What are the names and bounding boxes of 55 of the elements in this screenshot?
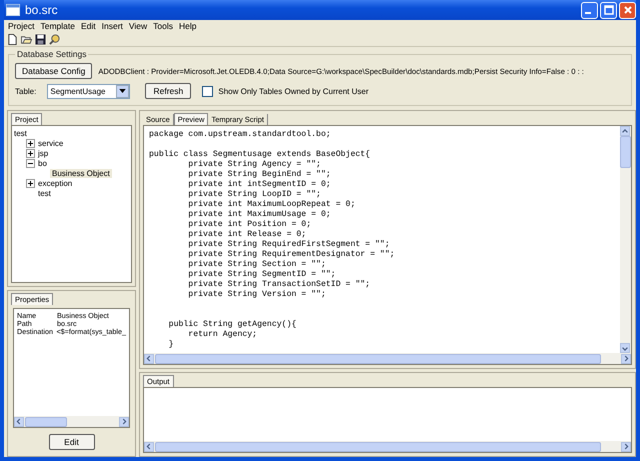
new-file-icon[interactable]: [7, 34, 18, 44]
menu-item[interactable]: Help: [176, 21, 200, 31]
table-label: Table:: [15, 86, 36, 96]
scroll-left-icon[interactable]: [144, 442, 154, 452]
tree-item[interactable]: service: [38, 138, 64, 148]
code-text: package com.upstream.standardtool.bo; public class Segmentusage extends BaseObject{ private String Agency = ""; private String BeginEnd = ""; private int intSegmentID = 0; private String LoopID = ""; private int MaximumLoopRepeat = 0; private int MaximumUsage = 0; private int Position = 0; private int Release = 0; private String RequiredFirstSegment = ""; private String RequirementDesignator = ""; private String Section = ""; private String SegmentID = ""; private String TransactionSetID = ""; private String Version = ""; public String getAgency(){ return Agency; }: [148, 129, 396, 351]
window-title: bo.src: [25, 3, 59, 17]
expand-icon[interactable]: [26, 178, 35, 188]
scroll-thumb[interactable]: [155, 354, 601, 364]
tree-item[interactable]: test: [38, 188, 51, 198]
expand-icon[interactable]: [26, 148, 35, 158]
tree-item[interactable]: exception: [38, 178, 72, 188]
checkbox[interactable]: [202, 86, 214, 96]
table-dropdown[interactable]: SegmentUsage: [47, 84, 130, 98]
scroll-left-icon[interactable]: [144, 354, 154, 364]
window-icon: [6, 4, 20, 16]
save-icon[interactable]: [35, 34, 46, 44]
tree-item[interactable]: test: [14, 128, 27, 138]
menu-item[interactable]: Template: [37, 21, 78, 31]
scroll-right-icon[interactable]: [621, 354, 631, 364]
vertical-scrollbar[interactable]: [620, 126, 631, 353]
horizontal-scrollbar[interactable]: [144, 441, 631, 452]
close-icon: [622, 5, 632, 15]
expand-icon[interactable]: [26, 138, 35, 148]
group-title: Database Settings: [16, 49, 88, 59]
minimize-icon: [585, 12, 591, 14]
scroll-down-icon[interactable]: [620, 343, 630, 353]
menu-item[interactable]: Project: [5, 21, 38, 31]
close-button[interactable]: [619, 2, 636, 18]
scroll-right-icon[interactable]: [119, 416, 129, 426]
tree-item[interactable]: jsp: [38, 148, 48, 158]
maximize-icon: [604, 5, 614, 15]
checkbox-label: Show Only Tables Owned by Current User: [218, 86, 368, 96]
refresh-button[interactable]: Refresh: [145, 83, 192, 99]
maximize-button[interactable]: [600, 2, 617, 18]
menu-item[interactable]: Insert: [98, 21, 126, 31]
database-config-button[interactable]: Database Config: [15, 63, 92, 79]
scroll-thumb[interactable]: [25, 416, 67, 426]
open-folder-icon[interactable]: [21, 34, 32, 44]
menu-item[interactable]: Edit: [78, 21, 99, 31]
scroll-right-icon[interactable]: [621, 442, 631, 452]
scroll-left-icon[interactable]: [14, 416, 24, 426]
minimize-button[interactable]: [581, 2, 598, 18]
scroll-thumb[interactable]: [620, 136, 631, 168]
scroll-thumb[interactable]: [155, 442, 601, 452]
dropdown-arrow-icon: [119, 89, 126, 93]
scroll-up-icon[interactable]: [620, 126, 630, 136]
menu-item[interactable]: Tools: [150, 21, 176, 31]
horizontal-scrollbar[interactable]: [144, 353, 631, 364]
tree-item[interactable]: Business Object: [50, 168, 112, 178]
horizontal-scrollbar[interactable]: [14, 416, 129, 427]
menu-item[interactable]: View: [126, 21, 150, 31]
collapse-icon[interactable]: [26, 158, 35, 168]
tree-item[interactable]: bo: [38, 158, 47, 168]
edit-button[interactable]: Edit: [48, 434, 94, 450]
